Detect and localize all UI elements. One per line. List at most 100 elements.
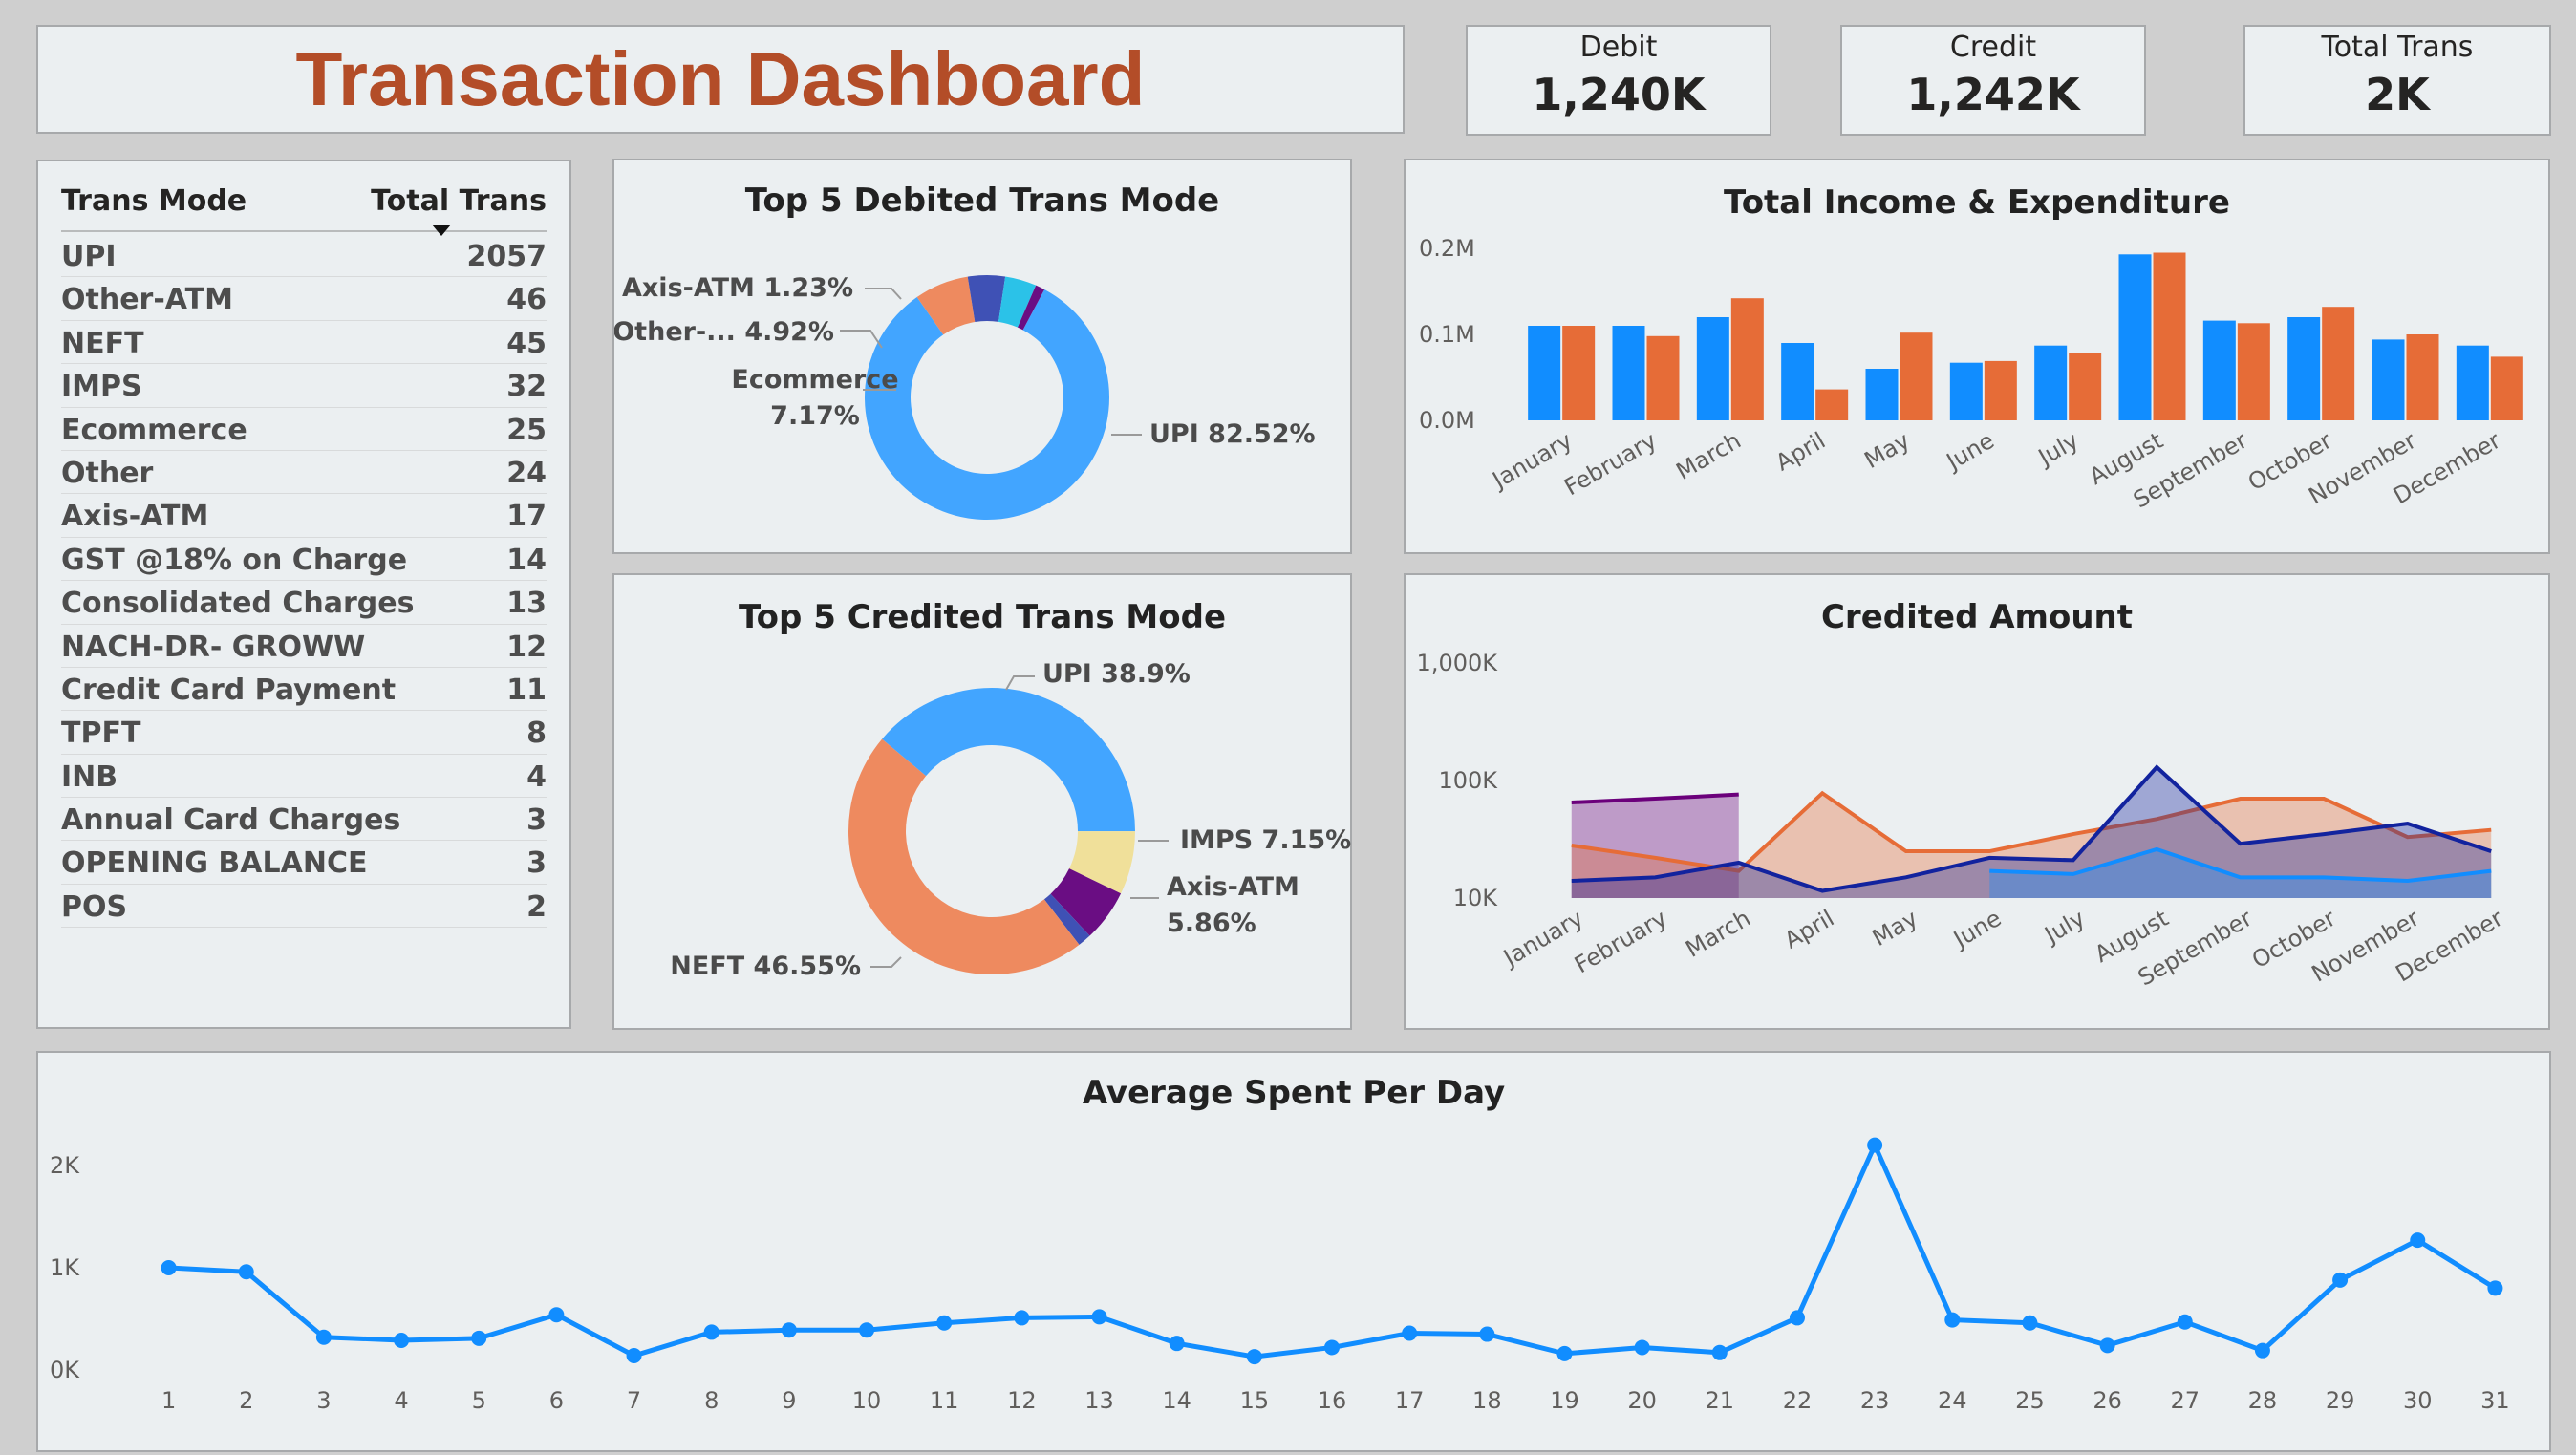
series-line[interactable]	[168, 1139, 2497, 1359]
data-point[interactable]	[1634, 1339, 1650, 1356]
data-point[interactable]	[1246, 1349, 1262, 1365]
bar[interactable]	[2069, 353, 2102, 420]
bar[interactable]	[2456, 345, 2489, 420]
bar[interactable]	[1781, 343, 1814, 420]
table-row[interactable]: UPI 2057	[61, 234, 547, 278]
table-row[interactable]: Ecommerce 25	[61, 408, 547, 451]
kpi-credit-label: Credit	[1949, 31, 2037, 64]
data-point[interactable]	[1789, 1310, 1805, 1326]
bar[interactable]	[1984, 360, 2017, 420]
data-point[interactable]	[1479, 1326, 1495, 1342]
donut-slice[interactable]	[865, 289, 1109, 520]
table-row[interactable]: Axis-ATM 17	[61, 494, 547, 538]
total-trans-cell: 25	[506, 413, 547, 447]
bar[interactable]	[1815, 389, 1849, 420]
data-point[interactable]	[1867, 1137, 1883, 1153]
leader-line[interactable]	[865, 288, 902, 300]
avg-spent-card[interactable]: Average Spent Per Day 0K 1K 2K 1 2 3 4 5 6 7 8 9 10 1…	[36, 1051, 2551, 1452]
table-row[interactable]: TPFT 8	[61, 711, 547, 755]
table-row[interactable]: GST @18% on Charge 14	[61, 538, 547, 582]
data-point[interactable]	[626, 1348, 642, 1364]
data-point[interactable]	[1556, 1345, 1573, 1361]
table-row[interactable]: IMPS 32	[61, 364, 547, 408]
data-point[interactable]	[1402, 1325, 1418, 1341]
data-point[interactable]	[703, 1324, 719, 1340]
kpi-total-trans-card[interactable]: Total Trans 2K	[2243, 25, 2551, 136]
table-row[interactable]: Other-ATM 46	[61, 277, 547, 321]
data-point[interactable]	[936, 1315, 953, 1331]
table-row[interactable]: Annual Card Charges 3	[61, 798, 547, 842]
data-point[interactable]	[1091, 1309, 1107, 1325]
bar[interactable]	[1646, 335, 1680, 420]
debited-donut-chart[interactable]: UPI 82.52% Ecommerce 7.17% Other-... 4.92% A…	[614, 160, 1354, 556]
credited-amount-card[interactable]: Credited Amount 10K 100K 1,000K January Febr…	[1404, 573, 2550, 1030]
credited-donut-chart[interactable]: UPI 38.9% IMPS 7.15% Axis-ATM 5.86% NEFT 46.…	[614, 575, 1354, 1032]
bar[interactable]	[2202, 320, 2236, 420]
avg-spent-line-chart[interactable]: 0K1K2K1 2 3 4 5 6 7 8 9 10 11 12 13 14 15 16 17 18 19 20 21 2…	[38, 1053, 2553, 1454]
data-point[interactable]	[548, 1307, 565, 1323]
bar[interactable]	[2490, 356, 2523, 420]
col-header-trans-mode[interactable]: Trans Mode	[61, 184, 247, 218]
bar[interactable]	[2034, 345, 2068, 420]
data-point[interactable]	[394, 1332, 410, 1348]
leader-line[interactable]	[840, 330, 883, 349]
data-point[interactable]	[1169, 1336, 1185, 1352]
data-point[interactable]	[161, 1260, 177, 1275]
bar[interactable]	[1865, 369, 1899, 420]
income-bar-chart[interactable]: 0.0M0.1M0.2MJanuaryFebruary March April May…	[1406, 160, 2552, 556]
table-row[interactable]: OPENING BALANCE 3	[61, 841, 547, 885]
table-row[interactable]: NEFT 45	[61, 321, 547, 365]
data-point[interactable]	[238, 1264, 254, 1280]
data-point[interactable]	[2099, 1337, 2115, 1354]
bar[interactable]	[2287, 317, 2321, 420]
income-expenditure-card[interactable]: Total Income & Expenditure 0.0M 0.1M 0.2M J…	[1404, 159, 2550, 554]
bar[interactable]	[2237, 323, 2270, 420]
bar[interactable]	[2406, 334, 2439, 420]
data-point[interactable]	[2410, 1232, 2426, 1249]
table-row[interactable]: NACH-DR- GROWW 12	[61, 625, 547, 668]
leader-line[interactable]	[870, 956, 902, 968]
bar[interactable]	[1562, 326, 1596, 420]
table-row[interactable]: Credit Card Payment 11	[61, 668, 547, 712]
data-point[interactable]	[2254, 1342, 2270, 1359]
bar[interactable]	[2118, 254, 2152, 420]
data-point[interactable]	[1711, 1344, 1728, 1360]
leader-line[interactable]	[1005, 675, 1035, 691]
data-point[interactable]	[859, 1322, 875, 1338]
trans-mode-cell: Axis-ATM	[61, 500, 209, 534]
bar[interactable]	[2153, 252, 2186, 421]
data-point[interactable]	[471, 1330, 487, 1346]
data-point[interactable]	[1014, 1310, 1030, 1326]
donut-slice[interactable]	[848, 738, 1080, 974]
bar[interactable]	[1949, 362, 1983, 420]
debited-donut-card[interactable]: Top 5 Debited Trans Mode UPI 82.52% Ecomm…	[612, 159, 1352, 554]
kpi-debit-card[interactable]: Debit 1,240K	[1466, 25, 1771, 136]
donut-slice[interactable]	[882, 688, 1135, 832]
bar[interactable]	[1696, 317, 1729, 420]
data-point[interactable]	[2332, 1272, 2349, 1288]
data-point[interactable]	[2487, 1280, 2503, 1296]
x-tick-label: 13	[1084, 1387, 1114, 1414]
data-point[interactable]	[315, 1329, 332, 1345]
data-point[interactable]	[1324, 1339, 1340, 1356]
table-row[interactable]: INB 4	[61, 755, 547, 799]
credited-amount-area-chart[interactable]: 10K100K1,000KJanuaryFebruary March April Ma…	[1406, 575, 2552, 1032]
bar[interactable]	[2322, 307, 2355, 420]
credited-donut-card[interactable]: Top 5 Credited Trans Mode UPI 38.9% IMPS …	[612, 573, 1352, 1030]
data-point[interactable]	[2022, 1315, 2038, 1331]
kpi-credit-card[interactable]: Credit 1,242K	[1840, 25, 2146, 136]
table-row[interactable]: Consolidated Charges 13	[61, 581, 547, 625]
bar[interactable]	[2372, 339, 2405, 420]
table-row[interactable]: POS 2	[61, 885, 547, 929]
table-row[interactable]: Other 24	[61, 451, 547, 495]
trans-mode-table[interactable]: Trans Mode Total Trans UPI 2057 Other-ATM 4…	[36, 160, 571, 1029]
col-header-total-trans[interactable]: Total Trans	[371, 184, 547, 218]
data-point[interactable]	[1944, 1312, 1961, 1328]
data-point[interactable]	[2177, 1314, 2193, 1330]
bar[interactable]	[1612, 326, 1645, 420]
bar[interactable]	[1730, 298, 1764, 420]
bar[interactable]	[1900, 332, 1933, 420]
bar[interactable]	[1528, 326, 1561, 420]
data-point[interactable]	[781, 1322, 797, 1338]
trans-mode-cell: INB	[61, 760, 118, 794]
